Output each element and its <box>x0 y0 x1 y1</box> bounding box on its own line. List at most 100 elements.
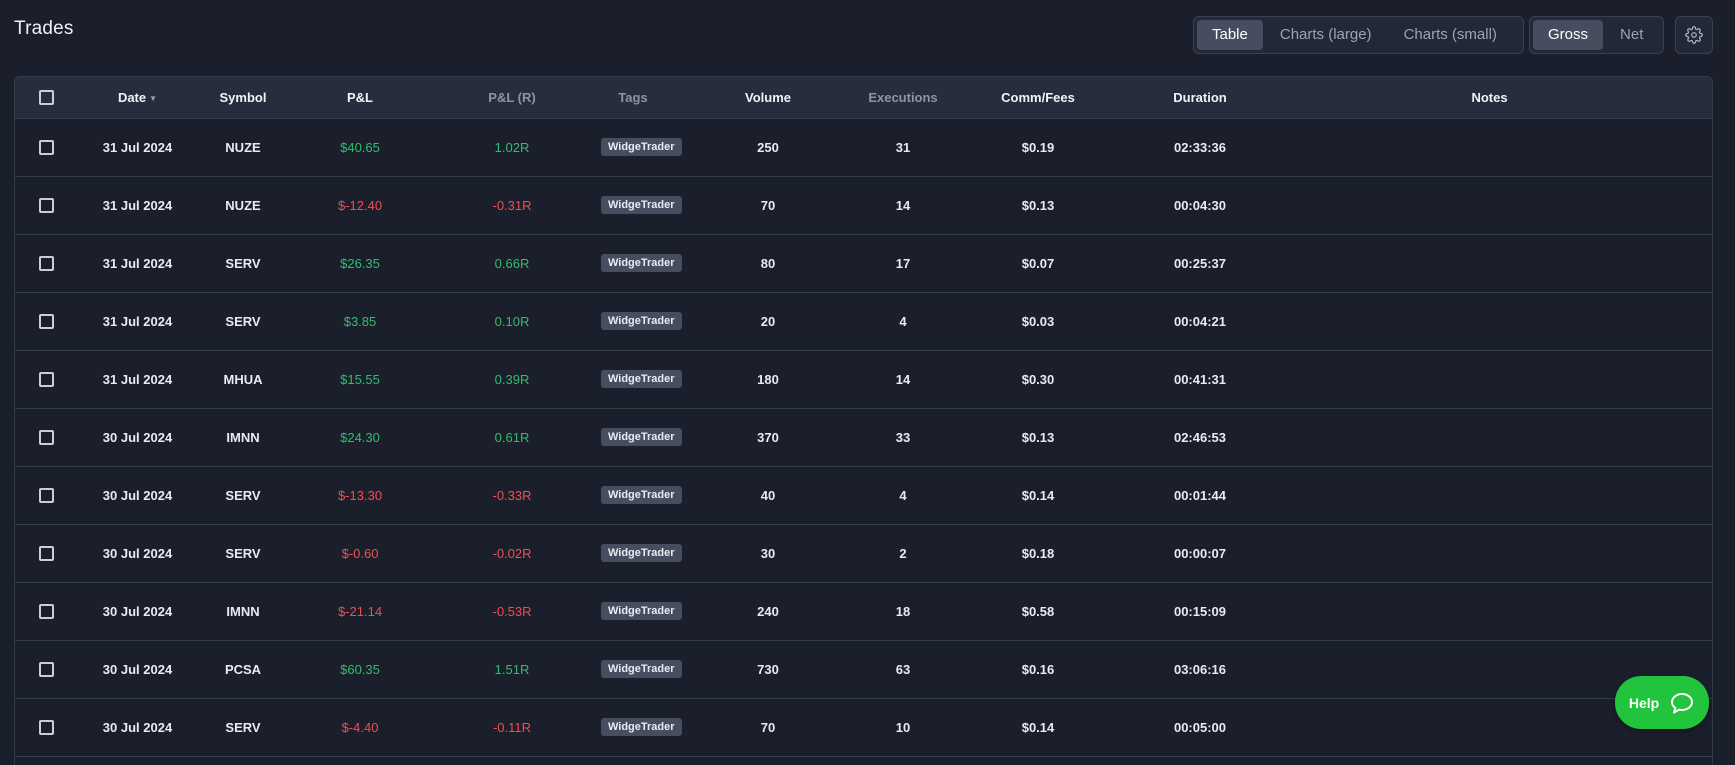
col-header-pnl[interactable]: P&L <box>289 77 431 119</box>
row-checkbox[interactable] <box>39 488 54 504</box>
trades-page: Trades Table Charts (large) Charts (smal… <box>0 0 1735 765</box>
cell-symbol: SERV <box>225 545 261 561</box>
table-row[interactable]: 31 Jul 2024 SERV $26.35 0.66R WidgeTrader 80 1… <box>15 234 1712 292</box>
cell-comm-fees: $0.03 <box>1021 313 1055 329</box>
col-header-comm-fees[interactable]: Comm/Fees <box>943 77 1133 119</box>
cell-volume: 40 <box>760 487 776 503</box>
page-title: Trades <box>14 18 74 39</box>
cell-date: 30 Jul 2024 <box>102 603 173 619</box>
table-row[interactable]: 31 Jul 2024 SERV $3.85 0.10R WidgeTrader 20 4 $… <box>15 292 1712 350</box>
row-select-cell <box>15 292 78 350</box>
cell-executions: 14 <box>895 371 911 387</box>
col-header-tags[interactable]: Tags <box>593 77 673 119</box>
charts-small-button[interactable]: Charts (small) <box>1389 20 1512 50</box>
cell-pnl: $40.65 <box>340 139 380 155</box>
cell-date: 31 Jul 2024 <box>102 371 173 387</box>
cell-date: 30 Jul 2024 <box>102 429 173 445</box>
row-select-cell <box>15 524 78 582</box>
row-checkbox[interactable] <box>39 662 54 678</box>
row-select-cell <box>15 640 78 698</box>
cell-volume: 30 <box>760 545 776 561</box>
cell-tags: WidgeTrader <box>593 408 682 466</box>
cell-symbol: IMNN <box>226 603 260 619</box>
table-row[interactable]: 30 Jul 2024 IMNN $-21.14 -0.53R WidgeTrader 2… <box>15 582 1712 640</box>
cell-duration: 00:04:21 <box>1173 313 1227 329</box>
table-row[interactable]: 30 Jul 2024 SERV $-0.60 -0.02R WidgeTrader 30… <box>15 524 1712 582</box>
row-checkbox[interactable] <box>39 198 54 214</box>
cell-comm-fees: $0.58 <box>1021 603 1055 619</box>
cell-executions: 63 <box>895 661 911 677</box>
help-button[interactable]: Help <box>1615 676 1709 729</box>
table-row[interactable]: 31 Jul 2024 NUZE $40.65 1.02R WidgeTrader 250… <box>15 118 1712 176</box>
cell-comm-fees: $0.07 <box>1021 255 1055 271</box>
tag-badge[interactable]: WidgeTrader <box>601 196 682 214</box>
row-checkbox[interactable] <box>39 372 54 388</box>
row-checkbox[interactable] <box>39 256 54 272</box>
charts-large-button[interactable]: Charts (large) <box>1265 20 1387 50</box>
row-select-cell <box>15 582 78 640</box>
tag-badge[interactable]: WidgeTrader <box>601 138 682 156</box>
tag-badge[interactable]: WidgeTrader <box>601 486 682 504</box>
cell-comm-fees: $0.16 <box>1021 661 1055 677</box>
cell-pnl-r: 0.10R <box>494 313 530 329</box>
col-header-pnl-r[interactable]: P&L (R) <box>431 77 593 119</box>
cell-duration: 00:04:30 <box>1173 197 1227 213</box>
cell-duration: 00:01:44 <box>1173 487 1227 503</box>
cell-pnl-r: -0.02R <box>492 545 532 561</box>
table-row[interactable]: 30 Jul 2024 PCSA $60.35 1.51R WidgeTrader 730… <box>15 640 1712 698</box>
col-header-executions[interactable]: Executions <box>863 77 943 119</box>
tag-badge[interactable]: WidgeTrader <box>601 370 682 388</box>
row-select-cell <box>15 698 78 756</box>
row-checkbox[interactable] <box>39 604 54 620</box>
row-select-cell <box>15 118 78 176</box>
cell-pnl: $3.85 <box>343 313 377 329</box>
col-header-notes[interactable]: Notes <box>1267 77 1712 119</box>
tag-badge[interactable]: WidgeTrader <box>601 312 682 330</box>
cell-comm-fees: $0.13 <box>1021 429 1055 445</box>
table-row[interactable]: 30 Jul 2024 SERV $-13.30 -0.33R WidgeTrader 4… <box>15 466 1712 524</box>
trade-rows: 31 Jul 2024 NUZE $40.65 1.02R WidgeTrader 250… <box>15 118 1712 756</box>
row-select-cell <box>15 234 78 292</box>
tag-badge[interactable]: WidgeTrader <box>601 718 682 736</box>
cell-tags: WidgeTrader <box>593 118 682 176</box>
cell-duration: 00:25:37 <box>1173 255 1227 271</box>
cell-pnl: $-12.40 <box>337 197 383 213</box>
settings-button[interactable] <box>1675 16 1713 54</box>
col-header-symbol[interactable]: Symbol <box>197 77 289 119</box>
col-header-date[interactable]: Date ▼ <box>78 77 197 119</box>
cell-volume: 20 <box>760 313 776 329</box>
cell-tags: WidgeTrader <box>593 234 682 292</box>
cell-pnl: $-0.60 <box>341 545 379 561</box>
table-view-button[interactable]: Table <box>1197 20 1263 50</box>
cell-comm-fees: $0.18 <box>1021 545 1055 561</box>
select-all-checkbox[interactable] <box>39 90 54 106</box>
cell-tags: WidgeTrader <box>593 698 682 756</box>
row-checkbox[interactable] <box>39 546 54 562</box>
tag-badge[interactable]: WidgeTrader <box>601 544 682 562</box>
col-header-duration[interactable]: Duration <box>1133 77 1267 119</box>
gear-icon <box>1685 26 1703 44</box>
tag-badge[interactable]: WidgeTrader <box>601 660 682 678</box>
table-row[interactable]: 30 Jul 2024 SERV $-4.40 -0.11R WidgeTrader 70… <box>15 698 1712 756</box>
table-row[interactable]: 31 Jul 2024 NUZE $-12.40 -0.31R WidgeTrader 7… <box>15 176 1712 234</box>
tag-badge[interactable]: WidgeTrader <box>601 602 682 620</box>
tag-badge[interactable]: WidgeTrader <box>601 254 682 272</box>
net-button[interactable]: Net <box>1605 20 1658 50</box>
row-select-cell <box>15 408 78 466</box>
col-header-volume[interactable]: Volume <box>673 77 863 119</box>
cell-symbol: SERV <box>225 487 261 503</box>
cell-date: 31 Jul 2024 <box>102 139 173 155</box>
tag-badge[interactable]: WidgeTrader <box>601 428 682 446</box>
table-row[interactable]: 30 Jul 2024 IMNN $24.30 0.61R WidgeTrader 370… <box>15 408 1712 466</box>
gross-button[interactable]: Gross <box>1533 20 1604 50</box>
row-checkbox[interactable] <box>39 720 54 736</box>
cell-executions: 17 <box>895 255 911 271</box>
cell-tags: WidgeTrader <box>593 176 682 234</box>
table-row[interactable]: 31 Jul 2024 MHUA $15.55 0.39R WidgeTrader 180… <box>15 350 1712 408</box>
row-checkbox[interactable] <box>39 430 54 446</box>
row-checkbox[interactable] <box>39 140 54 156</box>
row-checkbox[interactable] <box>39 314 54 330</box>
cell-pnl-r: 1.02R <box>494 139 530 155</box>
cell-notes <box>1267 176 1712 234</box>
cell-executions: 14 <box>895 197 911 213</box>
